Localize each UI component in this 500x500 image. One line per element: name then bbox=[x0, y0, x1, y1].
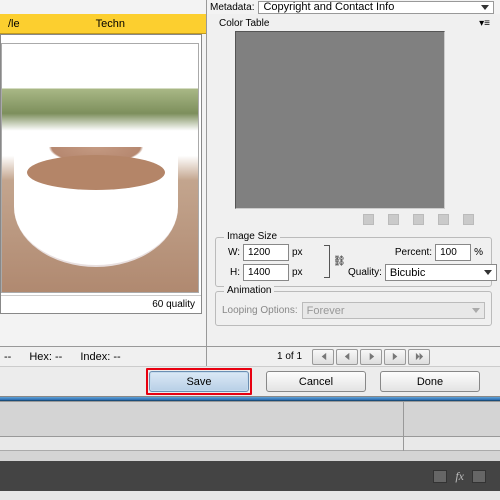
quality-select[interactable]: Bicubic bbox=[385, 264, 497, 281]
last-frame-button[interactable] bbox=[384, 349, 406, 365]
chevron-down-icon bbox=[472, 308, 480, 313]
image-size-title: Image Size bbox=[224, 231, 280, 242]
width-unit: px bbox=[292, 247, 303, 258]
color-table-label: Color Table bbox=[213, 18, 269, 29]
animation-title: Animation bbox=[224, 285, 274, 296]
quality-value: Bicubic bbox=[390, 267, 425, 279]
metadata-label: Metadata: bbox=[210, 2, 254, 13]
height-input[interactable] bbox=[243, 264, 289, 281]
status-index: Index: -- bbox=[80, 351, 120, 363]
looping-value: Forever bbox=[307, 305, 345, 317]
metadata-select[interactable]: Copyright and Contact Info bbox=[258, 1, 494, 14]
color-table-box[interactable] bbox=[235, 31, 445, 209]
save-button[interactable]: Save bbox=[149, 371, 249, 392]
prev-frame-button[interactable] bbox=[336, 349, 358, 365]
panel-area bbox=[0, 401, 500, 461]
chevron-down-icon bbox=[481, 5, 489, 10]
done-button[interactable]: Done bbox=[380, 371, 480, 392]
frame-count: 1 of 1 bbox=[277, 351, 302, 362]
panel-menu-icon[interactable]: ▾≡ bbox=[479, 18, 490, 29]
status-hex: Hex: -- bbox=[29, 351, 62, 363]
skip-frame-button[interactable] bbox=[408, 349, 430, 365]
preview-quality-text: 60 quality bbox=[1, 295, 201, 313]
ct-icon-4[interactable] bbox=[438, 214, 449, 225]
percent-input[interactable] bbox=[435, 244, 471, 261]
preview-frame: 60 quality bbox=[0, 34, 202, 314]
metadata-value: Copyright and Contact Info bbox=[263, 1, 394, 13]
link-icon[interactable]: ⛓ bbox=[333, 256, 346, 267]
quality-label: Quality: bbox=[348, 267, 382, 278]
width-label: W: bbox=[222, 247, 240, 258]
cancel-button[interactable]: Cancel bbox=[266, 371, 366, 392]
looping-label: Looping Options: bbox=[222, 305, 298, 316]
next-frame-button[interactable] bbox=[360, 349, 382, 365]
first-frame-button[interactable] bbox=[312, 349, 334, 365]
looping-select: Forever bbox=[302, 302, 485, 319]
percent-label: Percent: bbox=[395, 247, 432, 258]
tab-techn-text: Techn bbox=[96, 18, 125, 30]
ct-icon-2[interactable] bbox=[388, 214, 399, 225]
chevron-down-icon bbox=[484, 270, 492, 275]
strip-icon-2[interactable] bbox=[472, 470, 486, 483]
preview-image[interactable] bbox=[1, 43, 199, 293]
strip-icon-1[interactable] bbox=[433, 470, 447, 483]
percent-sign: % bbox=[474, 247, 483, 258]
preview-tab[interactable]: /le Techn bbox=[0, 14, 206, 34]
height-unit: px bbox=[292, 267, 303, 278]
lock-icon[interactable] bbox=[413, 214, 424, 225]
horizontal-scrollbar[interactable] bbox=[0, 437, 500, 450]
height-label: H: bbox=[222, 267, 240, 278]
fx-icon[interactable]: fx bbox=[455, 469, 464, 484]
status-dash: -- bbox=[4, 351, 11, 363]
tab-style-text: /le bbox=[8, 18, 20, 30]
width-input[interactable] bbox=[243, 244, 289, 261]
ct-icon-1[interactable] bbox=[363, 214, 374, 225]
trash-icon[interactable] bbox=[463, 214, 474, 225]
